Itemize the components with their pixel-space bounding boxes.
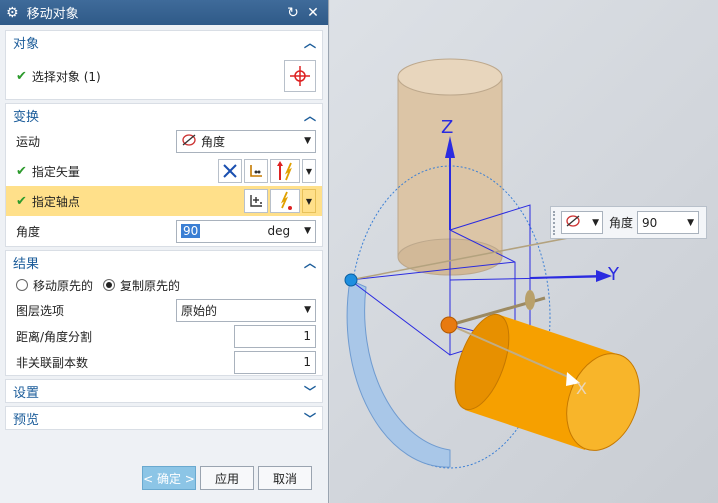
result-radio-row: 移动原先的 复制原先的 [6, 273, 322, 297]
chevron-down-icon: ▼ [304, 226, 311, 236]
float-angle-value: 90 [642, 215, 658, 230]
copies-label: 非关联副本数 [16, 355, 89, 370]
apply-button[interactable]: 应用 [200, 466, 254, 490]
dialog-title: 移动对象 [26, 7, 79, 22]
layer-option-select[interactable]: 原始的 ▼ [176, 298, 316, 322]
motion-label: 运动 [16, 134, 41, 149]
crosshair-icon[interactable] [284, 60, 316, 92]
result-section-title: 结果 [13, 256, 40, 272]
dialog-titlebar: ⚙ 移动对象 ↻ ✕ [0, 0, 328, 25]
motion-row: 运动 角度 ▼ [6, 126, 322, 156]
chevron-down-icon: ▼ [592, 217, 599, 228]
x-axis-label: X [576, 379, 587, 398]
radio-copy-label: 复制原先的 [120, 278, 181, 293]
vector-dropdown-button[interactable]: ▼ [302, 159, 316, 183]
preview-section: 预览 ﹀ [5, 406, 323, 430]
pivot-handle[interactable] [440, 316, 458, 334]
copied-cylinder[interactable] [444, 307, 652, 460]
y-axis-label: Y [608, 264, 619, 285]
motion-select[interactable]: 角度 ▼ [176, 129, 316, 153]
z-axis-label: Z [441, 117, 454, 138]
transform-section-title: 变换 [13, 109, 40, 125]
check-icon: ✔ [16, 193, 27, 209]
split-value: 1 [303, 329, 311, 343]
select-object-label: 选择对象 (1) [31, 69, 101, 84]
float-angle-label: 角度 [609, 216, 634, 230]
angle-unit: deg [267, 224, 291, 238]
angle-input[interactable]: 90 deg ▼ [176, 219, 316, 243]
ok-button[interactable]: < 确定 > [142, 466, 196, 490]
angle-row: 角度 90 deg ▼ [6, 216, 322, 246]
y-axis [529, 270, 612, 282]
split-input[interactable]: 1 [234, 324, 316, 348]
inferred-vector-icon[interactable] [270, 159, 300, 183]
inferred-point-icon[interactable] [270, 189, 300, 213]
cancel-button[interactable]: 取消 [258, 466, 312, 490]
result-section: 结果 ︿ 移动原先的 复制原先的 图层选项 原始的 ▼ 距离/角度分割 1 非关… [5, 250, 323, 376]
specify-vector-row: ✔ 指定矢量 ▼ [6, 156, 322, 186]
vector-icon[interactable] [218, 159, 242, 183]
object-section-title: 对象 [13, 36, 40, 52]
object-section: 对象 ︿ ✔ 选择对象 (1) [5, 30, 323, 100]
layer-option-label: 图层选项 [16, 303, 65, 318]
radio-copy-original[interactable]: 复制原先的 [103, 277, 180, 294]
chevron-up-icon[interactable]: ︿ [304, 34, 316, 51]
specify-vector-label: 指定矢量 [31, 164, 80, 179]
split-row: 距离/角度分割 1 [6, 323, 322, 349]
chevron-down-icon[interactable]: ﹀ [304, 410, 316, 427]
copies-row: 非关联副本数 1 [6, 349, 322, 375]
layer-option-value: 原始的 [181, 303, 218, 318]
rotate-icon [565, 214, 581, 231]
rotate-icon [181, 133, 197, 150]
radio-move-original[interactable]: 移动原先的 [16, 277, 93, 294]
point-dialog-icon[interactable] [244, 189, 268, 213]
reset-icon[interactable]: ↻ [284, 4, 302, 22]
chevron-down-icon[interactable]: ﹀ [304, 383, 316, 400]
point-icon[interactable] [244, 159, 268, 183]
split-label: 距离/角度分割 [16, 329, 93, 344]
copies-value: 1 [303, 355, 311, 369]
select-object-row: ✔ 选择对象 (1) [6, 53, 322, 99]
close-icon[interactable]: ✕ [304, 4, 322, 22]
transform-section-header[interactable]: 变换 ︿ [6, 104, 322, 126]
settings-section: 设置 ﹀ [5, 379, 323, 403]
preview-section-title: 预览 [13, 412, 40, 428]
gear-icon[interactable]: ⚙ [6, 5, 19, 21]
chevron-down-icon: ▼ [687, 217, 695, 228]
graphics-viewport[interactable]: Z Y X [330, 0, 718, 503]
angle-value[interactable]: 90 [181, 224, 201, 238]
chevron-down-icon: ▼ [304, 305, 311, 315]
object-section-header[interactable]: 对象 ︿ [6, 31, 322, 53]
move-object-dialog: ⚙ 移动对象 ↻ ✕ 对象 ︿ ✔ 选择对象 (1) 变换 ︿ 运动 角度 ▼ … [0, 0, 329, 503]
layer-option-row: 图层选项 原始的 ▼ [6, 297, 322, 323]
chevron-up-icon[interactable]: ︿ [304, 254, 316, 271]
settings-section-title: 设置 [13, 385, 40, 401]
chevron-down-icon: ▼ [304, 136, 311, 146]
transform-section: 变换 ︿ 运动 角度 ▼ ✔ 指定矢量 ▼ ✔ 指定轴点 ▼ 角度 90 deg… [5, 103, 323, 247]
check-icon: ✔ [16, 163, 27, 179]
radio-move-label: 移动原先的 [33, 278, 94, 293]
copies-input[interactable]: 1 [234, 350, 316, 374]
check-icon: ✔ [16, 68, 27, 84]
float-angle-input[interactable]: 90 ▼ [637, 211, 700, 234]
specify-pivot-row: ✔ 指定轴点 ▼ [6, 186, 322, 216]
settings-section-header[interactable]: 设置 ﹀ [6, 380, 322, 402]
preview-section-header[interactable]: 预览 ﹀ [6, 407, 322, 429]
specify-pivot-label: 指定轴点 [31, 194, 80, 209]
pivot-dropdown-button[interactable]: ▼ [302, 189, 316, 213]
angle-label: 角度 [16, 224, 41, 239]
float-motion-select[interactable]: ▼ [561, 211, 603, 234]
motion-value: 角度 [201, 134, 226, 149]
angle-float-toolbar: ▼ 角度 90 ▼ [550, 206, 707, 239]
dialog-button-bar: < 确定 > 应用 取消 [0, 466, 328, 490]
drag-grip-handle[interactable] [553, 211, 557, 235]
chevron-up-icon[interactable]: ︿ [304, 107, 316, 124]
result-section-header[interactable]: 结果 ︿ [6, 251, 322, 273]
rotation-handle[interactable] [344, 273, 358, 287]
